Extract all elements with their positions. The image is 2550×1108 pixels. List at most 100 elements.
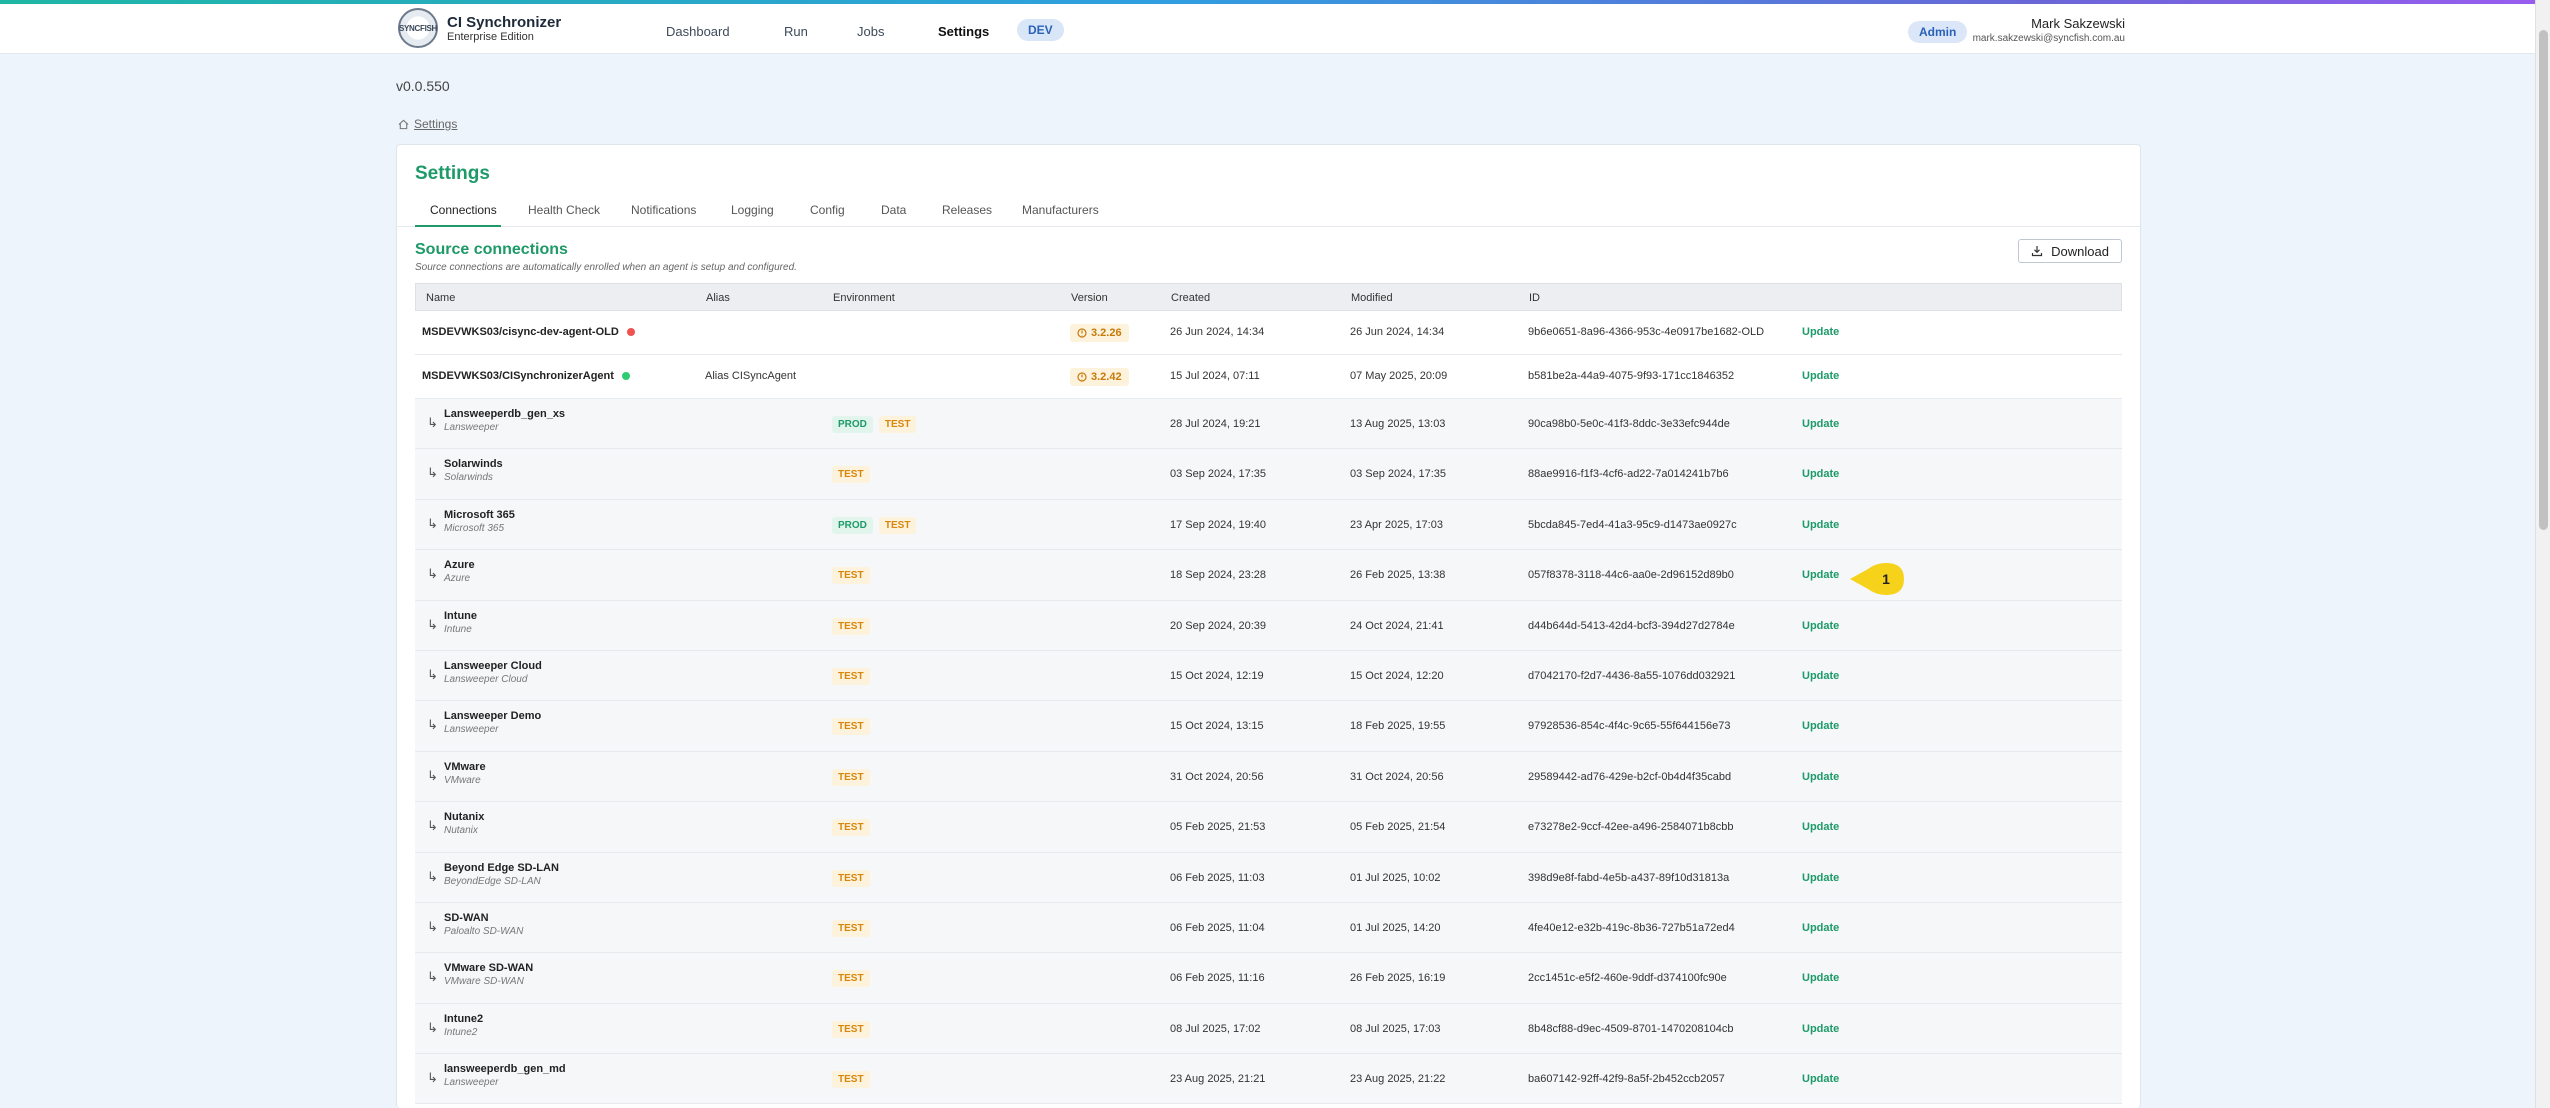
connection-name: Lansweeper Cloud [444,659,542,672]
connection-created: 06 Feb 2025, 11:16 [1170,972,1265,985]
connection-type: Paloalto SD-WAN [444,925,524,937]
header-id[interactable]: ID [1529,292,1540,304]
nav-jobs[interactable]: Jobs [857,24,884,39]
connection-row[interactable]: ↳ Intune Intune TEST 20 Sep 2024, 20:39 24 Oc… [415,600,2122,651]
connection-type: BeyondEdge SD-LAN [444,875,541,887]
agent-version: 3.2.26 [1091,327,1122,339]
child-arrow-icon: ↳ [427,818,438,834]
tab-health-check[interactable]: Health Check [528,203,600,217]
tab-data[interactable]: Data [881,203,906,217]
connection-row[interactable]: ↳ Solarwinds Solarwinds TEST 03 Sep 2024, 17… [415,449,2122,500]
update-link[interactable]: Update [1802,821,1839,833]
connection-modified: 24 Oct 2024, 21:41 [1350,619,1444,632]
update-link[interactable]: Update [1802,569,1839,581]
connection-name: SD-WAN [444,911,489,924]
test-badge: TEST [832,1071,870,1089]
header-created[interactable]: Created [1171,292,1210,304]
connection-type: VMware SD-WAN [444,976,524,988]
user-name[interactable]: Mark Sakzewski [2031,16,2125,31]
nav-run[interactable]: Run [784,24,808,39]
connection-row[interactable]: ↳ Beyond Edge SD-LAN BeyondEdge SD-LAN TEST… [415,852,2122,903]
connection-row[interactable]: ↳ VMware VMware TEST 31 Oct 2024, 20:56 31 Oc… [415,751,2122,803]
connection-row[interactable]: ↳ Nutanix Nutanix TEST 05 Feb 2025, 21:53 05 … [415,802,2122,853]
tab-manufacturers[interactable]: Manufacturers [1022,203,1099,217]
download-button[interactable]: Download [2018,239,2122,263]
connection-type: Intune [444,623,472,635]
connection-id: d7042170-f2d7-4436-8a55-1076dd032921 [1528,669,1736,682]
agent-created: 15 Jul 2024, 07:11 [1170,370,1260,382]
child-arrow-icon: ↳ [427,666,438,682]
agent-row[interactable]: MSDEVWKS03/cisync-dev-agent-OLD 3.2.26 26 … [415,311,2122,355]
update-link[interactable]: Update [1802,670,1839,682]
update-link[interactable]: Update [1802,1073,1839,1085]
agent-id: b581be2a-44a9-4075-9f93-171cc1846352 [1528,370,1735,382]
connection-name: Lansweeper Demo [444,710,542,723]
role-badge: Admin [1908,21,1968,43]
connection-id: 97928536-854c-4f4c-9c65-55f644156e73 [1528,720,1731,733]
section-title: Source connections [415,241,568,258]
connection-row[interactable]: ↳ VMware SD-WAN VMware SD-WAN TEST 06 Feb 20… [415,953,2122,1004]
section-subtitle: Source connections are automatically enr… [415,262,797,273]
update-link[interactable]: Update [1802,326,1839,338]
connection-row[interactable]: ↳ Intune2 Intune2 TEST 08 Jul 2025, 17:02 08 … [415,1003,2122,1055]
update-link[interactable]: Update [1802,972,1839,984]
breadcrumb-settings-link[interactable]: Settings [414,117,457,131]
test-badge: TEST [832,567,870,585]
connection-modified: 15 Oct 2024, 12:20 [1350,669,1444,682]
nav-settings[interactable]: Settings [938,24,989,39]
scrollbar-thumb[interactable] [2539,30,2548,530]
connection-row[interactable]: ↳ lansweeperdb_gen_md Lansweeper TEST 23 Aug… [415,1054,2122,1105]
version-badge: 3.2.26 [1070,324,1129,342]
header-version[interactable]: Version [1071,292,1108,304]
connection-row[interactable]: ↳ Microsoft 365 Microsoft 365 PROD TEST 17 Se… [415,499,2122,551]
header-name[interactable]: Name [426,292,455,304]
environment-badges: TEST [832,970,876,988]
home-icon[interactable] [398,119,409,130]
update-link[interactable]: Update [1802,370,1839,382]
update-link[interactable]: Update [1802,468,1839,480]
header-environment[interactable]: Environment [833,292,895,304]
tab-logging[interactable]: Logging [731,203,774,217]
tab-config[interactable]: Config [810,203,845,217]
connection-created: 06 Feb 2025, 11:04 [1170,921,1265,934]
update-link[interactable]: Update [1802,418,1839,430]
update-link[interactable]: Update [1802,771,1839,783]
header-modified[interactable]: Modified [1351,292,1393,304]
connection-created: 05 Feb 2025, 21:53 [1170,821,1266,834]
update-link[interactable]: Update [1802,620,1839,632]
tab-notifications[interactable]: Notifications [631,203,696,217]
header-alias[interactable]: Alias [706,292,730,304]
connection-type: Microsoft 365 [444,522,505,534]
connection-row[interactable]: ↳ Lansweeperdb_gen_xs Lansweeper PROD TEST 28… [415,399,2122,450]
connection-modified: 31 Oct 2024, 20:56 [1350,770,1444,783]
connection-modified: 13 Aug 2025, 13:03 [1350,418,1446,430]
connection-name: Intune [444,609,477,622]
settings-tabs: Connections Health Check Notifications L… [397,191,2140,227]
test-badge: TEST [832,1020,870,1038]
agent-name: MSDEVWKS03/cisync-dev-agent-OLD [422,326,619,338]
agent-id: 9b6e0651-8a96-4366-953c-4e0917be1682-OLD [1528,326,1765,338]
connection-created: 31 Oct 2024, 20:56 [1170,770,1264,783]
connection-id: e73278e2-9ccf-42ee-a496-2584071b8cbb [1528,821,1734,834]
connection-row[interactable]: ↳ Lansweeper Demo Lansweeper TEST 15 Oct 202… [415,701,2122,752]
page-scrollbar[interactable] [2535,0,2550,1108]
nav-dashboard[interactable]: Dashboard [666,24,730,39]
update-link[interactable]: Update [1802,922,1839,934]
update-link[interactable]: Update [1802,519,1839,531]
connection-row[interactable]: ↳ SD-WAN Paloalto SD-WAN TEST 06 Feb 2025, 1… [415,902,2122,954]
agent-row[interactable]: MSDEVWKS03/CISynchronizerAgent Alias CISy… [415,355,2122,399]
app-logo[interactable]: SYNCFISH [398,8,438,48]
update-link[interactable]: Update [1802,1023,1839,1035]
tab-connections[interactable]: Connections [430,203,497,217]
tab-releases[interactable]: Releases [942,203,992,217]
update-link[interactable]: Update [1802,872,1839,884]
table-body: MSDEVWKS03/cisync-dev-agent-OLD 3.2.26 26 … [415,311,2122,1105]
connection-created: 28 Jul 2024, 19:21 [1170,418,1261,430]
test-badge: TEST [832,970,870,988]
app-version: v0.0.550 [396,78,450,94]
logo-text: SYNCFISH [398,23,438,33]
connection-row[interactable]: ↳ Lansweeper Cloud Lansweeper Cloud TEST 15 … [415,650,2122,702]
update-link[interactable]: Update [1802,720,1839,732]
page-title: Settings [415,163,490,184]
child-arrow-icon: ↳ [427,415,438,430]
